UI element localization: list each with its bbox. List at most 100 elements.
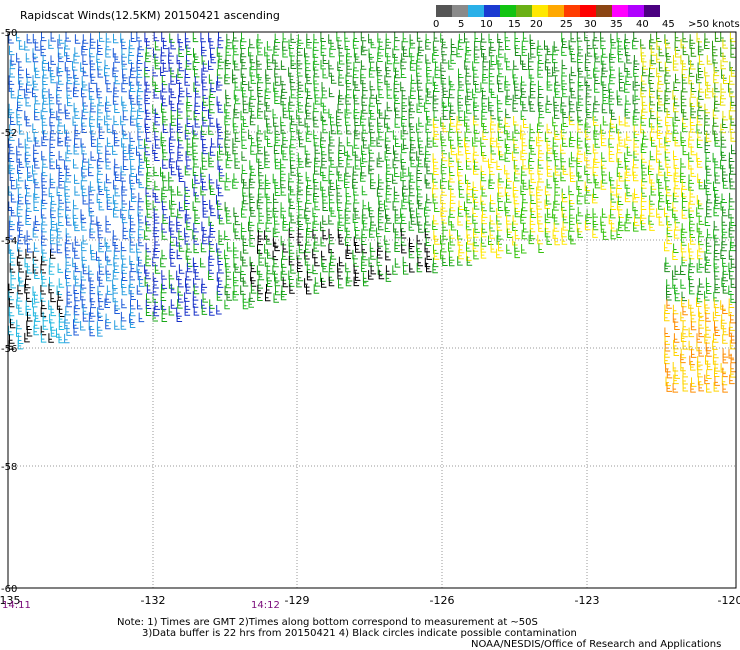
wind-barb	[619, 81, 625, 92]
wind-barb	[322, 229, 328, 240]
wind-barb	[649, 221, 655, 231]
lon-tick-label: -129	[284, 594, 310, 607]
wind-barb	[377, 33, 383, 43]
wind-barb	[666, 234, 672, 245]
wind-barb	[65, 166, 72, 177]
wind-barb	[578, 187, 584, 197]
wind-barb	[50, 73, 56, 84]
wind-barb	[114, 171, 121, 181]
wind-barb	[257, 279, 264, 289]
wind-barb	[233, 45, 239, 56]
wind-barb	[498, 172, 504, 183]
wind-barb	[112, 48, 119, 58]
wind-barb	[650, 33, 656, 44]
wind-barb	[266, 202, 272, 212]
wind-barb	[58, 200, 64, 211]
wind-barb	[338, 136, 345, 147]
wind-barb	[217, 209, 223, 219]
wind-barb	[217, 278, 224, 288]
wind-barb	[393, 62, 399, 72]
wind-barb	[648, 160, 655, 170]
wind-barb	[730, 236, 736, 247]
wind-barb	[81, 123, 87, 133]
wind-barb	[672, 279, 678, 289]
wind-barb	[513, 116, 519, 126]
wind-barb	[376, 157, 383, 168]
wind-barb	[194, 76, 201, 86]
wind-barb	[554, 76, 561, 86]
wind-barb	[138, 220, 144, 231]
wind-barb	[97, 39, 103, 49]
wind-barb	[600, 129, 607, 140]
wind-barb	[314, 236, 320, 246]
wind-barb	[162, 150, 168, 161]
wind-barb	[33, 242, 40, 252]
wind-barb	[282, 102, 289, 112]
wind-barb	[192, 201, 199, 211]
wind-barb	[378, 173, 384, 184]
wind-barb	[65, 262, 71, 273]
wind-barb	[723, 74, 729, 84]
wind-barb	[666, 186, 672, 197]
wind-barb	[178, 172, 185, 182]
wind-barb	[697, 68, 704, 79]
wind-barb	[377, 73, 383, 84]
wind-barb	[616, 228, 622, 238]
wind-barb	[8, 297, 15, 308]
wind-barb	[170, 101, 177, 112]
wind-barb	[344, 178, 350, 188]
wind-barb	[265, 83, 272, 93]
wind-barb	[432, 101, 439, 112]
wind-barb	[523, 223, 529, 233]
wind-barb	[498, 118, 504, 128]
wind-barb	[633, 151, 639, 161]
wind-barb	[114, 201, 120, 211]
wind-barb	[385, 39, 391, 49]
wind-barb	[698, 258, 705, 268]
wind-barb	[185, 284, 192, 294]
wind-barb	[97, 137, 103, 148]
wind-barb	[50, 55, 56, 65]
wind-barb	[474, 32, 480, 42]
wind-barb	[346, 124, 352, 135]
wind-barb	[600, 55, 607, 65]
wind-barb	[680, 348, 687, 359]
wind-barb	[256, 55, 262, 65]
wind-barb	[730, 362, 736, 373]
wind-barb	[193, 82, 199, 92]
wind-barb	[26, 292, 32, 302]
wind-barb	[610, 48, 616, 58]
wind-barb	[370, 216, 376, 226]
wind-barb	[360, 110, 367, 120]
wind-barb	[122, 150, 129, 161]
wind-barb	[480, 180, 486, 190]
wind-barb	[712, 40, 718, 51]
wind-barb	[602, 230, 609, 240]
wind-barb	[664, 354, 670, 365]
wind-barb	[697, 249, 703, 260]
wind-barb	[34, 269, 40, 279]
wind-barb	[209, 146, 216, 156]
wind-barb	[97, 271, 103, 281]
wind-barb	[225, 278, 232, 289]
wind-barb	[682, 145, 689, 156]
wind-barb	[634, 90, 640, 100]
wind-barb	[225, 158, 232, 169]
wind-barb	[392, 201, 399, 211]
wind-barb	[97, 327, 103, 337]
wind-barb	[162, 208, 169, 219]
wind-barb	[106, 285, 113, 295]
wind-barb	[561, 123, 567, 134]
wind-barb	[154, 180, 160, 191]
wind-barb	[665, 158, 671, 168]
wind-barb	[201, 46, 207, 57]
wind-barb	[185, 209, 192, 219]
wind-barb	[121, 298, 127, 309]
wind-barb	[178, 47, 184, 57]
wind-barb	[208, 32, 214, 43]
wind-barb	[82, 34, 89, 44]
wind-barb	[130, 299, 136, 310]
wind-barb	[224, 68, 231, 79]
wind-barb	[328, 271, 335, 281]
wind-barb	[16, 115, 23, 126]
